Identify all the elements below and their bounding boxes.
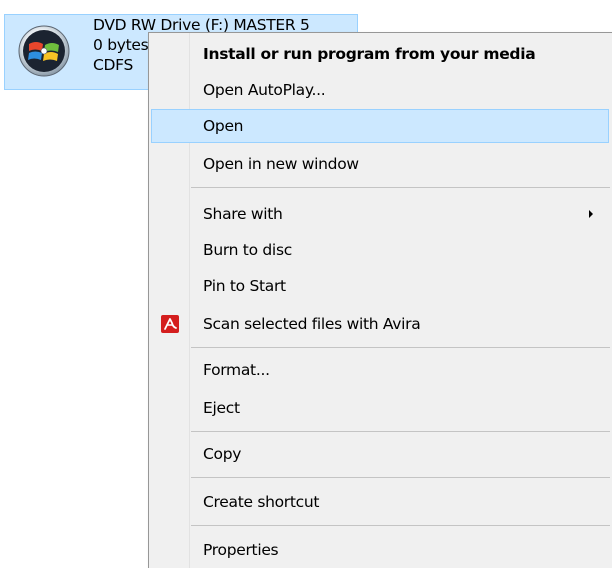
menu-item-properties[interactable]: Properties bbox=[151, 533, 609, 567]
menu-item-format[interactable]: Format... bbox=[151, 353, 609, 387]
menu-item-label: Copy bbox=[203, 445, 242, 463]
menu-item-scan-with-avira[interactable]: Scan selected files with Avira bbox=[151, 307, 609, 341]
menu-item-label: Open AutoPlay... bbox=[203, 81, 326, 99]
avira-icon bbox=[161, 315, 179, 333]
menu-item-label: Scan selected files with Avira bbox=[203, 315, 421, 333]
menu-item-label: Open in new window bbox=[203, 155, 359, 173]
menu-item-open-in-new-window[interactable]: Open in new window bbox=[151, 147, 609, 181]
menu-item-label: Burn to disc bbox=[203, 241, 292, 259]
menu-item-label: Pin to Start bbox=[203, 277, 286, 295]
menu-item-label: Eject bbox=[203, 399, 240, 417]
menu-item-share-with[interactable]: Share with bbox=[151, 197, 609, 231]
menu-item-copy[interactable]: Copy bbox=[151, 437, 609, 471]
menu-item-label: Share with bbox=[203, 205, 283, 223]
menu-item-label: Create shortcut bbox=[203, 493, 320, 511]
menu-item-install-or-run[interactable]: Install or run program from your media bbox=[151, 37, 609, 71]
submenu-arrow-icon bbox=[589, 210, 593, 218]
menu-item-label: Open bbox=[203, 117, 244, 135]
menu-item-label: Format... bbox=[203, 361, 270, 379]
explorer-view: DVD RW Drive (F:) MASTER 5 0 bytes CDFS … bbox=[0, 0, 612, 568]
menu-item-open[interactable]: Open bbox=[151, 109, 609, 143]
menu-separator bbox=[191, 525, 610, 526]
menu-item-open-autoplay[interactable]: Open AutoPlay... bbox=[151, 73, 609, 107]
menu-separator bbox=[191, 477, 610, 478]
menu-item-label: Install or run program from your media bbox=[203, 45, 536, 63]
menu-item-burn-to-disc[interactable]: Burn to disc bbox=[151, 233, 609, 267]
windows-disc-icon bbox=[18, 25, 70, 77]
menu-item-create-shortcut[interactable]: Create shortcut bbox=[151, 485, 609, 519]
context-menu: Install or run program from your media O… bbox=[148, 32, 612, 568]
menu-item-pin-to-start[interactable]: Pin to Start bbox=[151, 269, 609, 303]
menu-separator bbox=[191, 347, 610, 348]
menu-separator bbox=[191, 431, 610, 432]
menu-item-eject[interactable]: Eject bbox=[151, 391, 609, 425]
menu-separator bbox=[191, 187, 610, 188]
menu-item-label: Properties bbox=[203, 541, 279, 559]
